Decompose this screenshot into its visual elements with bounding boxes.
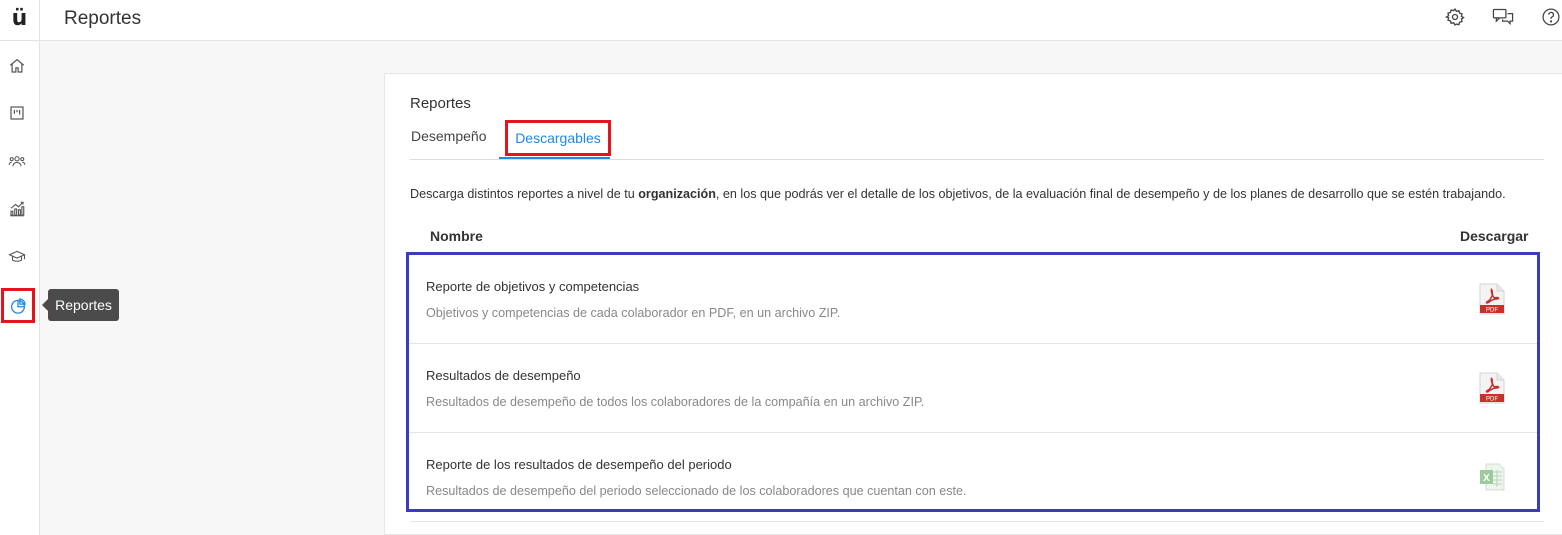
sidebar (0, 41, 40, 535)
divider (410, 521, 1544, 522)
report-description: Resultados de desempeño de todos los col… (426, 395, 925, 409)
svg-text:PDF: PDF (1486, 397, 1498, 403)
report-title: Resultados de desempeño (426, 368, 581, 383)
home-icon[interactable] (8, 57, 26, 75)
svg-text:X: X (1483, 473, 1490, 484)
graduation-cap-icon[interactable] (8, 248, 26, 266)
active-tab-indicator (499, 157, 610, 159)
pdf-download-icon[interactable]: PDF (1479, 283, 1505, 315)
app-logo: ü (11, 5, 28, 31)
tab-desempeno[interactable]: Desempeño (411, 128, 487, 144)
chat-icon[interactable] (1492, 7, 1514, 27)
page-title: Reportes (64, 8, 142, 29)
tab-label: Descargables (515, 130, 601, 146)
logo-cell[interactable]: ü (0, 0, 40, 41)
reports-list: Reporte de objetivos y competencias Obje… (406, 252, 1540, 512)
report-title: Reporte de objetivos y competencias (426, 279, 640, 294)
pie-chart-icon (10, 297, 26, 314)
people-icon[interactable] (8, 152, 26, 170)
svg-text:PDF: PDF (1486, 308, 1498, 314)
pdf-download-icon[interactable]: PDF (1479, 372, 1505, 404)
tab-descargables[interactable]: Descargables (505, 120, 611, 156)
report-title: Reporte de los resultados de desempeño d… (426, 457, 732, 472)
gear-icon[interactable] (1445, 7, 1465, 27)
list-item: Reporte de los resultados de desempeño d… (409, 433, 1537, 522)
board-icon[interactable] (8, 104, 26, 122)
excel-download-icon[interactable]: X (1479, 461, 1505, 493)
sidebar-item-reportes[interactable] (1, 288, 35, 323)
description-text: Descarga distintos reportes a nivel de t… (410, 187, 1506, 201)
growth-chart-icon[interactable] (8, 200, 26, 218)
sidebar-tooltip: Reportes (42, 289, 119, 321)
tab-bar: Desempeño Descargables (410, 120, 1544, 160)
column-header-download: Descargar (1460, 228, 1529, 244)
column-header-name: Nombre (430, 228, 483, 244)
report-description: Resultados de desempeño del periodo sele… (426, 484, 967, 498)
list-item: Reporte de objetivos y competencias Obje… (409, 255, 1537, 344)
list-item: Resultados de desempeño Resultados de de… (409, 344, 1537, 433)
report-description: Objetivos y competencias de cada colabor… (426, 306, 841, 320)
help-icon[interactable] (1541, 7, 1561, 27)
top-bar: ü Reportes (0, 0, 1562, 41)
card-title: Reportes (410, 95, 471, 112)
reports-card: Reportes Desempeño Descargables Descarga… (384, 73, 1562, 535)
